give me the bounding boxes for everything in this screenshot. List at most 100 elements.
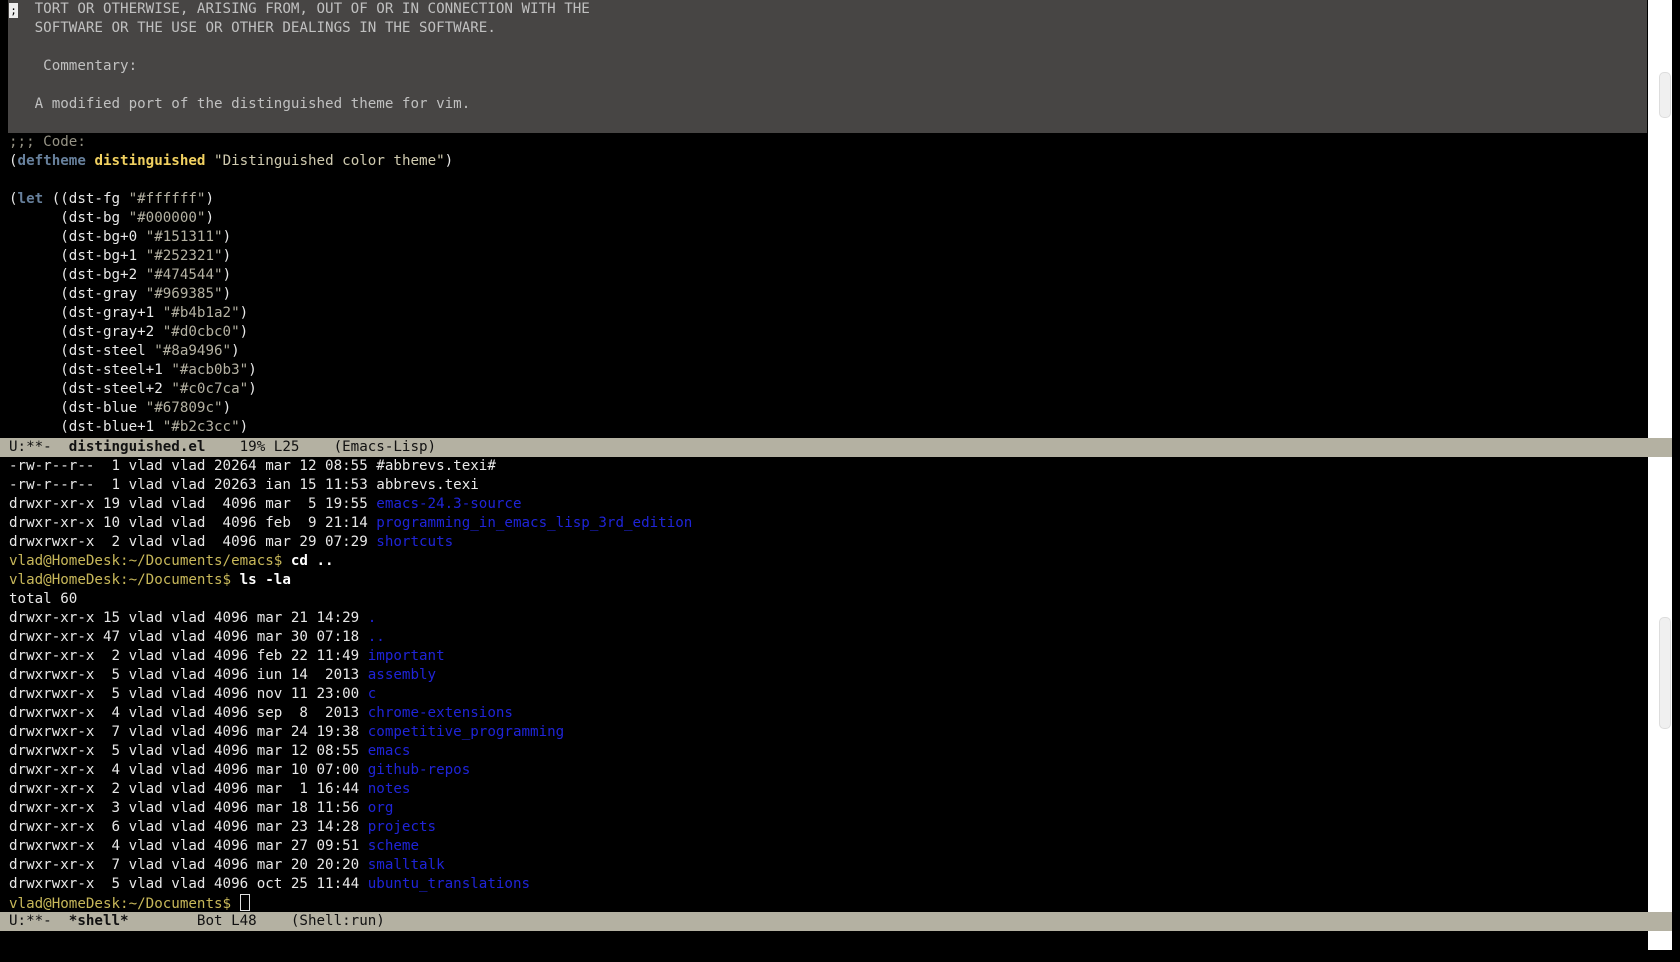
- comment-line: [8, 38, 1647, 57]
- modeline-buffer-name[interactable]: distinguished.el: [69, 439, 206, 455]
- let-binding: (dst-gray "#969385"): [9, 286, 232, 302]
- let-binding: (dst-steel+1 "#acb0b3"): [9, 362, 257, 378]
- ls-dir-name[interactable]: emacs-24.3-source: [376, 496, 521, 512]
- ls-dir-name[interactable]: smalltalk: [368, 857, 445, 873]
- ls-dir-name[interactable]: competitive_programming: [368, 724, 564, 740]
- ls-dir-name[interactable]: notes: [368, 781, 411, 797]
- ls-row: drwxr-xr-x 2 vlad vlad 4096 feb 22 11:49…: [0, 647, 1648, 666]
- ls-dir-name[interactable]: c: [368, 686, 377, 702]
- ls-dir-name[interactable]: emacs: [368, 743, 411, 759]
- ls-file-name: #abbrevs.texi#: [376, 458, 496, 474]
- ls-listing: drwxr-xr-x 15 vlad vlad 4096 mar 21 14:2…: [0, 609, 1648, 894]
- binding-value: "#b2c3cc": [162, 419, 240, 435]
- binding-name: dst-gray+1: [68, 305, 155, 321]
- binding-name: dst-bg+1: [68, 248, 138, 264]
- ls-meta: drwxrwxr-x 5 vlad vlad 4096 iun 14 2013: [9, 667, 368, 683]
- let-binding: (dst-bg+2 "#474544"): [9, 267, 232, 283]
- ls-meta: drwxr-xr-x 2 vlad vlad 4096 feb 22 11:49: [9, 648, 368, 664]
- let-binding: (dst-blue+1 "#b2c3cc"): [9, 419, 249, 435]
- comment-line: TORT OR OTHERWISE, ARISING FROM, OUT OF …: [9, 1, 590, 17]
- ls-meta: drwxrwxr-x 2 vlad vlad 4096 mar 29 07:29: [9, 534, 377, 550]
- shell-window[interactable]: -rw-r--r-- 1 vlad vlad 20264 mar 12 08:5…: [0, 457, 1648, 912]
- shell-input-line[interactable]: vlad@HomeDesk:~/Documents$: [0, 894, 1648, 913]
- code-line: ;;; Code:: [0, 133, 1648, 152]
- theme-docstring: "Distinguished color theme": [214, 153, 445, 169]
- code-line: (deftheme distinguished "Distinguished c…: [9, 153, 454, 169]
- binding-value: "#67809c": [145, 400, 223, 416]
- binding-name: dst-gray+2: [68, 324, 155, 340]
- ls-meta: drwxr-xr-x 19 vlad vlad 4096 mar 5 19:55: [9, 496, 377, 512]
- mode-line-bottom[interactable]: U:**- *shell* Bot L48 (Shell:run): [0, 912, 1672, 931]
- ls-dir-name[interactable]: ..: [368, 629, 385, 645]
- binding-value: "#969385": [145, 286, 223, 302]
- ls-total: total 60: [9, 591, 78, 607]
- deftheme-keyword: deftheme: [17, 153, 86, 169]
- let-binding: (dst-gray+1 "#b4b1a2"): [9, 305, 249, 321]
- binding-value: "#acb0b3": [171, 362, 249, 378]
- editor-window-distinguished-el[interactable]: TORT OR OTHERWISE, ARISING FROM, OUT OF …: [0, 0, 1648, 438]
- ls-row: drwxrwxr-x 4 vlad vlad 4096 mar 27 09:51…: [0, 837, 1648, 856]
- ls-file-name: abbrevs.texi: [376, 477, 479, 493]
- ls-row: drwxr-xr-x 4 vlad vlad 4096 mar 10 07:00…: [0, 761, 1648, 780]
- ls-dir-name[interactable]: org: [368, 800, 394, 816]
- comment-line: [8, 114, 1647, 133]
- scrollbar-bottom-window[interactable]: [1648, 457, 1672, 912]
- code-area[interactable]: ;;; Code: (deftheme distinguished "Disti…: [0, 133, 1648, 437]
- binding-value: "#8a9496": [154, 343, 232, 359]
- minibuffer[interactable]: [0, 931, 1648, 950]
- license-comment-block: TORT OR OTHERWISE, ARISING FROM, OUT OF …: [8, 0, 1647, 133]
- comment-line: SOFTWARE OR THE USE OR OTHER DEALINGS IN…: [9, 20, 496, 36]
- binding-name: dst-blue: [68, 400, 138, 416]
- ls-meta: drwxr-xr-x 47 vlad vlad 4096 mar 30 07:1…: [9, 629, 368, 645]
- binding-name: dst-fg: [68, 191, 121, 207]
- binding-name: dst-gray: [68, 286, 138, 302]
- ls-meta: drwxrwxr-x 4 vlad vlad 4096 sep 8 2013: [9, 705, 368, 721]
- ls-meta: drwxrwxr-x 7 vlad vlad 4096 mar 24 19:38: [9, 724, 368, 740]
- modeline-mode[interactable]: (Emacs-Lisp): [334, 439, 437, 455]
- modeline-mode[interactable]: (Shell:run): [291, 913, 385, 929]
- ls-dir-name[interactable]: ubuntu_translations: [368, 876, 530, 892]
- binding-value: "#151311": [145, 229, 223, 245]
- shell-commands: vlad@HomeDesk:~/Documents/emacs$ cd .. vl…: [0, 552, 1648, 590]
- ls-row: drwxrwxr-x 4 vlad vlad 4096 sep 8 2013 c…: [0, 704, 1648, 723]
- ls-dir-name[interactable]: projects: [368, 819, 436, 835]
- comment-line: Commentary:: [9, 58, 138, 74]
- comment-line: A modified port of the distinguished the…: [9, 96, 471, 112]
- let-binding: (let ((dst-fg "#ffffff"): [9, 191, 215, 207]
- let-binding: (dst-steel "#8a9496"): [9, 343, 240, 359]
- pre-listing-output: -rw-r--r-- 1 vlad vlad 20264 mar 12 08:5…: [0, 457, 1648, 552]
- ls-dir-name[interactable]: important: [368, 648, 445, 664]
- ls-dir-name[interactable]: shortcuts: [376, 534, 453, 550]
- ls-dir-name[interactable]: github-repos: [368, 762, 471, 778]
- binding-name: dst-bg+0: [68, 229, 138, 245]
- ls-dir-name[interactable]: scheme: [368, 838, 419, 854]
- ls-row: drwxrwxr-x 7 vlad vlad 4096 mar 24 19:38…: [0, 723, 1648, 742]
- binding-name: dst-bg+2: [68, 267, 138, 283]
- theme-name: distinguished: [94, 153, 206, 169]
- let-bindings: (let ((dst-fg "#ffffff") (dst-bg "#00000…: [0, 190, 1648, 437]
- shell-command: cd ..: [290, 553, 334, 569]
- let-binding: (dst-bg+0 "#151311"): [9, 229, 232, 245]
- ls-dir-name[interactable]: programming_in_emacs_lisp_3rd_edition: [376, 515, 692, 531]
- binding-value: "#252321": [145, 248, 223, 264]
- ls-row: drwxr-xr-x 3 vlad vlad 4096 mar 18 11:56…: [0, 799, 1648, 818]
- ls-dir-name[interactable]: chrome-extensions: [368, 705, 513, 721]
- binding-value: "#c0c7ca": [171, 381, 249, 397]
- mode-line-top[interactable]: U:**- distinguished.el 19% L25 (Emacs-Li…: [0, 438, 1672, 457]
- scrollbar-thumb[interactable]: [1659, 72, 1671, 118]
- modeline-buffer-name[interactable]: *shell*: [69, 913, 129, 929]
- scrollbar-minibuffer-gap: [1648, 931, 1672, 950]
- let-binding: (dst-blue "#67809c"): [9, 400, 232, 416]
- ls-row: drwxr-xr-x 19 vlad vlad 4096 mar 5 19:55…: [0, 495, 1648, 514]
- let-keyword: let: [17, 191, 44, 207]
- ls-meta: drwxrwxr-x 5 vlad vlad 4096 oct 25 11:44: [9, 876, 368, 892]
- scrollbar-top-window[interactable]: [1648, 0, 1672, 438]
- ls-dir-name[interactable]: assembly: [368, 667, 436, 683]
- scrollbar-thumb[interactable]: [1659, 617, 1671, 729]
- ls-dir-name[interactable]: .: [368, 610, 377, 626]
- ls-meta: drwxrwxr-x 4 vlad vlad 4096 mar 27 09:51: [9, 838, 368, 854]
- ls-meta: drwxr-xr-x 10 vlad vlad 4096 feb 9 21:14: [9, 515, 377, 531]
- text-cursor: [239, 894, 250, 911]
- binding-name: dst-blue+1: [68, 419, 155, 435]
